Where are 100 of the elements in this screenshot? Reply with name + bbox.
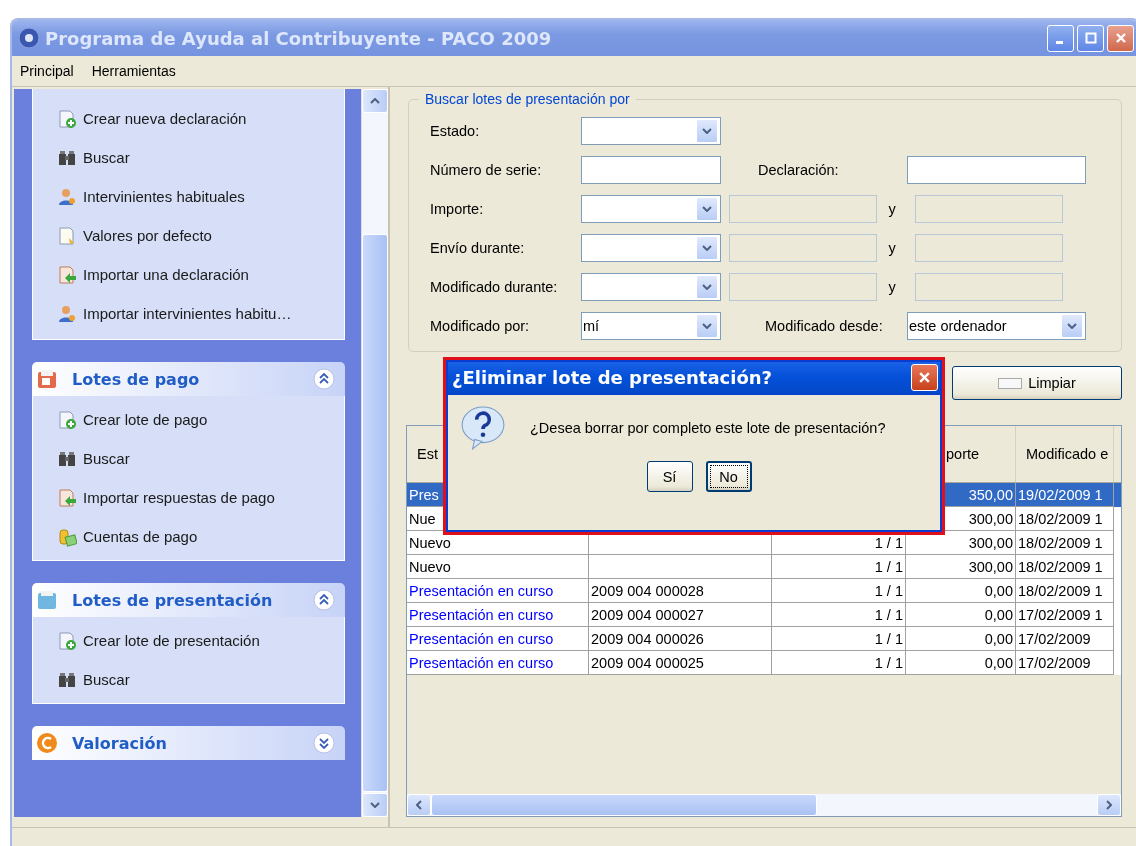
section-header[interactable]: Valoración — [32, 726, 346, 760]
menu-item[interactable]: Herramientas — [91, 63, 176, 79]
field-label: Estado: — [430, 123, 481, 139]
table-cell: 1 / 1 — [874, 630, 903, 647]
table-row[interactable]: Presentación en curso 2009 004 000026 1 / 1 0,00 17/02/2009 — [407, 627, 1121, 651]
task-link[interactable]: Buscar — [83, 149, 130, 166]
section-header[interactable]: Lotes de presentación — [32, 583, 346, 617]
table-cell: 2009 004 000027 — [591, 606, 704, 623]
document-arrow-icon — [57, 264, 77, 285]
table-cell: Presentación en curso — [409, 630, 554, 647]
field-label: Importe: — [430, 201, 485, 217]
section-title: Lotes de presentación — [72, 590, 274, 610]
table-cell: 17/02/2009 1 — [1018, 606, 1103, 623]
vertical-scrollbar[interactable] — [361, 89, 388, 817]
scroll-right-button[interactable] — [1097, 794, 1121, 816]
table-cell: Nue — [409, 510, 436, 527]
table-cell: 0,00 — [984, 630, 1013, 647]
input-field[interactable] — [581, 156, 721, 184]
task-link[interactable]: Cuentas de pago — [83, 528, 198, 545]
maximize-icon — [1084, 32, 1097, 44]
table-cell: 18/02/2009 1 — [1018, 534, 1103, 551]
close-icon — [1114, 32, 1127, 44]
task-link[interactable]: Buscar — [83, 671, 130, 688]
dialog-title: ¿Eliminar lote de presentación? — [452, 366, 773, 388]
task-link[interactable]: Intervinientes habituales — [83, 188, 245, 205]
table-cell: 17/02/2009 — [1018, 654, 1091, 671]
table-cell: 350,00 — [968, 486, 1013, 503]
task-link[interactable]: Crear lote de presentación — [83, 632, 260, 649]
field-label: Modificado desde: — [765, 318, 884, 334]
field-label: Modificado por: — [430, 318, 531, 334]
section-title: Valoración — [72, 733, 168, 753]
dropdown[interactable]: este ordenador — [907, 312, 1086, 340]
dropdown[interactable] — [581, 234, 721, 262]
table-cell: 0,00 — [984, 582, 1013, 599]
scroll-left-button[interactable] — [407, 794, 431, 816]
close-button[interactable] — [1107, 24, 1134, 52]
dialog-button[interactable]: No — [705, 461, 752, 492]
input-field[interactable] — [907, 156, 1086, 184]
coin-icon — [36, 732, 58, 754]
field-label: Envío durante: — [430, 240, 526, 256]
dropdown[interactable] — [581, 195, 721, 223]
person-icon — [57, 303, 77, 324]
table-cell: 1 / 1 — [874, 534, 903, 551]
task-link[interactable]: Importar respuestas de pago — [83, 489, 275, 506]
folder-icon — [36, 368, 58, 390]
field-label: Número de serie: — [430, 162, 543, 178]
table-cell: 300,00 — [968, 534, 1013, 551]
table-row[interactable]: Presentación en curso 2009 004 000027 1 / 1 0,00 17/02/2009 1 — [407, 603, 1121, 627]
task-link[interactable]: Crear nueva declaración — [83, 110, 247, 127]
group-title: Buscar lotes de presentación por — [419, 91, 636, 107]
range-separator: y — [887, 240, 897, 256]
clear-button[interactable]: Limpiar — [952, 366, 1122, 400]
task-link[interactable]: Importar una declaración — [83, 266, 249, 283]
table-cell: 1 / 1 — [874, 654, 903, 671]
maximize-button[interactable] — [1077, 24, 1104, 52]
table-row[interactable]: Nuevo 1 / 1 300,00 18/02/2009 1 — [407, 555, 1121, 579]
scroll-down-button[interactable] — [362, 793, 388, 817]
question-icon — [460, 405, 506, 451]
range-separator: y — [887, 201, 897, 217]
column-header[interactable]: Modificado e — [1016, 426, 1114, 482]
document-plus-icon — [57, 409, 77, 430]
dropdown[interactable]: mí — [581, 312, 721, 340]
dropdown[interactable] — [581, 273, 721, 301]
close-button[interactable] — [911, 363, 938, 391]
range-separator: y — [887, 279, 897, 295]
scroll-thumb[interactable] — [362, 234, 388, 792]
expand-chevron-icon[interactable] — [313, 732, 336, 754]
section-title: Lotes de pago — [72, 369, 201, 389]
section-header[interactable]: Lotes de pago — [32, 362, 346, 396]
table-row[interactable]: Presentación en curso 2009 004 000025 1 / 1 0,00 17/02/2009 — [407, 651, 1121, 675]
table-cell: Pres — [409, 486, 439, 503]
table-cell: 1 / 1 — [874, 582, 903, 599]
horizontal-scrollbar[interactable] — [407, 794, 1121, 816]
collapse-chevron-icon[interactable] — [313, 589, 336, 611]
document-icon — [57, 225, 77, 246]
menu-item[interactable]: Principal — [20, 63, 74, 79]
table-cell: Nuevo — [409, 558, 451, 575]
table-cell: 19/02/2009 1 — [1018, 486, 1103, 503]
dropdown[interactable] — [581, 117, 721, 145]
collapse-chevron-icon[interactable] — [313, 368, 336, 390]
dialog-button[interactable]: Sí — [646, 461, 693, 492]
table-cell: 2009 004 000025 — [591, 654, 704, 671]
close-icon — [918, 370, 931, 384]
scroll-up-button[interactable] — [362, 89, 388, 113]
table-cell: Presentación en curso — [409, 606, 554, 623]
scroll-thumb[interactable] — [431, 794, 818, 816]
task-link[interactable]: Importar intervinientes habitu… — [83, 305, 292, 322]
table-cell: Nuevo — [409, 534, 451, 551]
table-cell: Presentación en curso — [409, 654, 554, 671]
task-link[interactable]: Valores por defecto — [83, 227, 212, 244]
minimize-button[interactable] — [1047, 24, 1074, 52]
task-link[interactable]: Buscar — [83, 450, 130, 467]
table-cell: 2009 004 000026 — [591, 630, 704, 647]
minimize-icon — [1055, 41, 1063, 44]
field-label: Modificado durante: — [430, 279, 559, 295]
table-cell: 18/02/2009 1 — [1018, 510, 1103, 527]
table-row[interactable]: Presentación en curso 2009 004 000028 1 / 1 0,00 18/02/2009 1 — [407, 579, 1121, 603]
table-cell: 300,00 — [968, 510, 1013, 527]
task-link[interactable]: Crear lote de pago — [83, 411, 208, 428]
document-arrow-icon — [57, 487, 77, 508]
